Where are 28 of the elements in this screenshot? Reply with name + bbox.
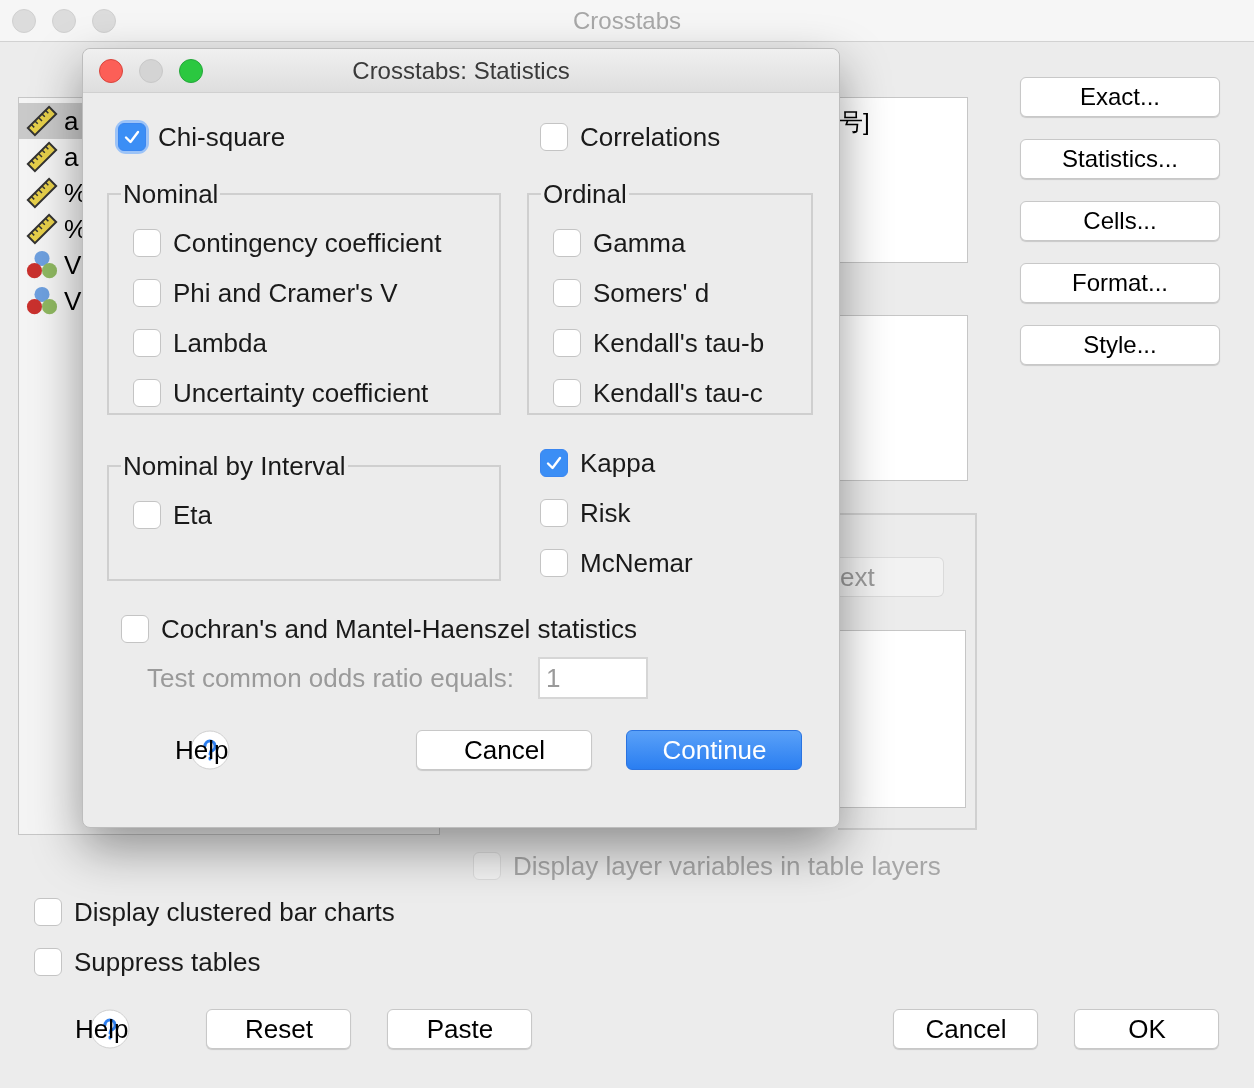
variable-name: a (64, 104, 79, 138)
checkbox-label: Gamma (593, 230, 686, 256)
variable-name: a (64, 140, 79, 174)
checkbox-label: Eta (173, 502, 213, 528)
checkbox-label: Display layer variables in table layers (513, 853, 941, 879)
checkbox-label: Correlations (580, 124, 721, 150)
window-title: Crosstabs (571, 5, 682, 36)
checkbox-label: Somers' d (593, 280, 710, 306)
checkbox-label: Kendall's tau-c (593, 380, 763, 406)
checkbox-label: Kappa (580, 450, 656, 476)
checkbox-label: McNemar (580, 550, 693, 576)
field-label: Test common odds ratio equals: (147, 661, 515, 695)
checkbox-label: Cochran's and Mantel-Haenszel statistics (161, 616, 638, 642)
group-title: Ordinal (542, 181, 628, 207)
dialog-title: Crosstabs: Statistics (351, 55, 571, 86)
checkbox-label: Uncertainty coefficient (173, 380, 429, 406)
checkbox-label: Lambda (173, 330, 267, 356)
checkbox-label: Chi-square (158, 124, 286, 150)
checkbox-label: Risk (580, 500, 631, 526)
group-title: Nominal by Interval (122, 453, 347, 479)
variable-name: V (64, 284, 82, 318)
checkbox-label: Kendall's tau-b (593, 330, 765, 356)
group-title: Nominal (122, 181, 220, 207)
checkbox-label: Contingency coefficient (173, 230, 442, 256)
checkbox-label: Display clustered bar charts (74, 899, 395, 925)
checkbox-label: Suppress tables (74, 949, 261, 975)
checkbox-label: Phi and Cramer's V (173, 280, 398, 306)
variable-name: V (64, 248, 82, 282)
